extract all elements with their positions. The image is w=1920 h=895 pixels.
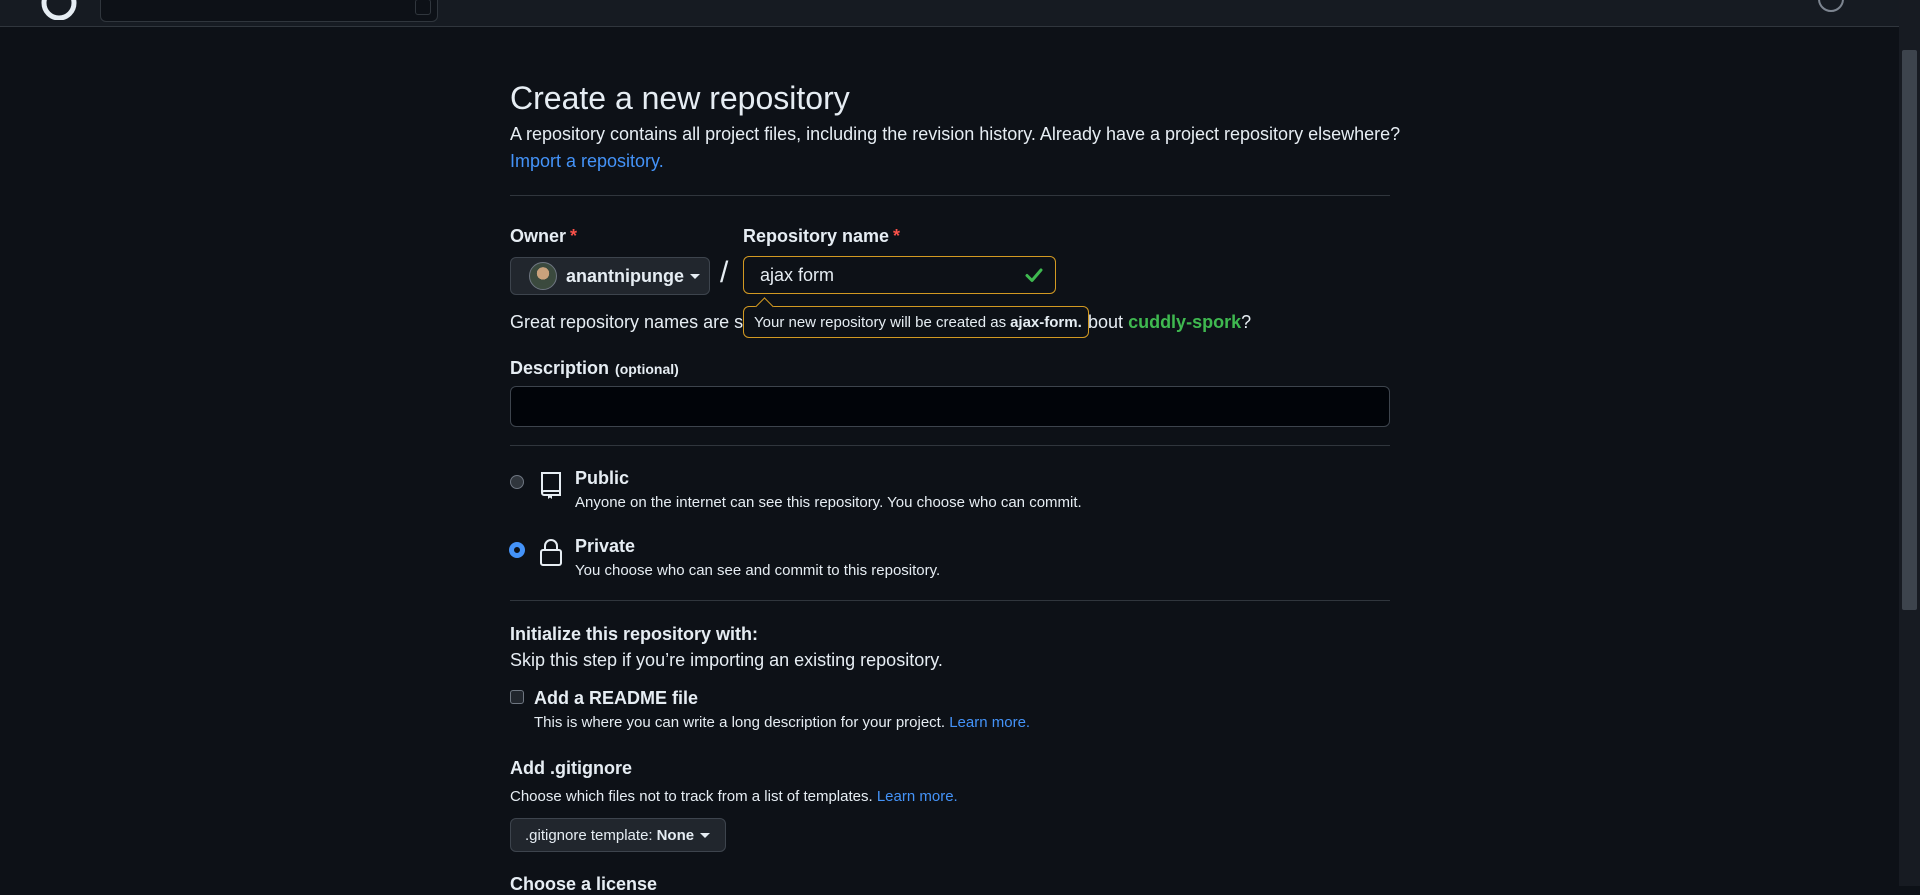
gitignore-desc: Choose which files not to track from a l… xyxy=(510,788,958,805)
readme-learn-more-link[interactable]: Learn more. xyxy=(949,714,1030,731)
private-title: Private xyxy=(575,536,636,556)
gitignore-template-dropdown[interactable]: .gitignore template: None xyxy=(510,818,726,852)
divider xyxy=(510,600,1390,601)
repo-name-label: Repository name * xyxy=(743,226,901,246)
private-radio[interactable] xyxy=(510,543,524,557)
page-lead: A repository contains all project files,… xyxy=(510,124,1401,144)
readme-checkbox[interactable] xyxy=(510,690,524,704)
owner-repo-separator: / xyxy=(720,256,729,289)
required-mark: * xyxy=(570,226,578,246)
owner-name: anantnipunge xyxy=(566,265,684,286)
repo-name-tooltip: Your new repository will be created as aj… xyxy=(743,297,1089,338)
required-mark: * xyxy=(893,226,901,246)
init-title: Initialize this repository with: xyxy=(510,624,759,644)
owner-label: Owner * xyxy=(510,226,578,246)
init-subtitle: Skip this step if you’re importing an ex… xyxy=(510,650,943,670)
public-title: Public xyxy=(575,468,630,488)
divider xyxy=(510,445,1390,446)
check-icon xyxy=(1025,268,1043,282)
owner-dropdown[interactable]: anantnipunge xyxy=(510,257,710,295)
repo-icon xyxy=(541,472,561,499)
page-title: Create a new repository xyxy=(510,80,850,116)
gitignore-title: Add .gitignore xyxy=(510,758,632,778)
gitignore-learn-more-link[interactable]: Learn more. xyxy=(877,788,958,805)
divider xyxy=(510,195,1390,196)
search-input[interactable] xyxy=(100,0,438,22)
lock-icon xyxy=(540,539,562,566)
top-header xyxy=(0,0,1899,27)
chevron-down-icon xyxy=(690,273,700,279)
suggested-name[interactable]: cuddly-spork xyxy=(1128,312,1241,332)
import-repository-link[interactable]: Import a repository. xyxy=(510,151,664,172)
page-scrollbar[interactable] xyxy=(1899,0,1920,886)
description-label: Description (optional) xyxy=(510,358,679,378)
description-input[interactable] xyxy=(510,386,1390,427)
user-menu-icon[interactable] xyxy=(1818,0,1844,12)
readme-desc: This is where you can write a long descr… xyxy=(534,714,1031,731)
readme-title: Add a README file xyxy=(534,688,699,708)
public-radio[interactable] xyxy=(510,475,524,489)
avatar xyxy=(529,262,557,290)
license-title: Choose a license xyxy=(510,874,658,894)
search-shortcut-icon xyxy=(415,0,431,15)
scrollbar-thumb[interactable] xyxy=(1902,50,1917,610)
public-desc: Anyone on the internet can see this repo… xyxy=(575,494,1082,511)
private-desc: You choose who can see and commit to thi… xyxy=(575,562,941,579)
repo-name-input[interactable] xyxy=(743,256,1056,294)
chevron-down-icon xyxy=(700,832,711,838)
github-logo-icon[interactable] xyxy=(40,0,78,20)
